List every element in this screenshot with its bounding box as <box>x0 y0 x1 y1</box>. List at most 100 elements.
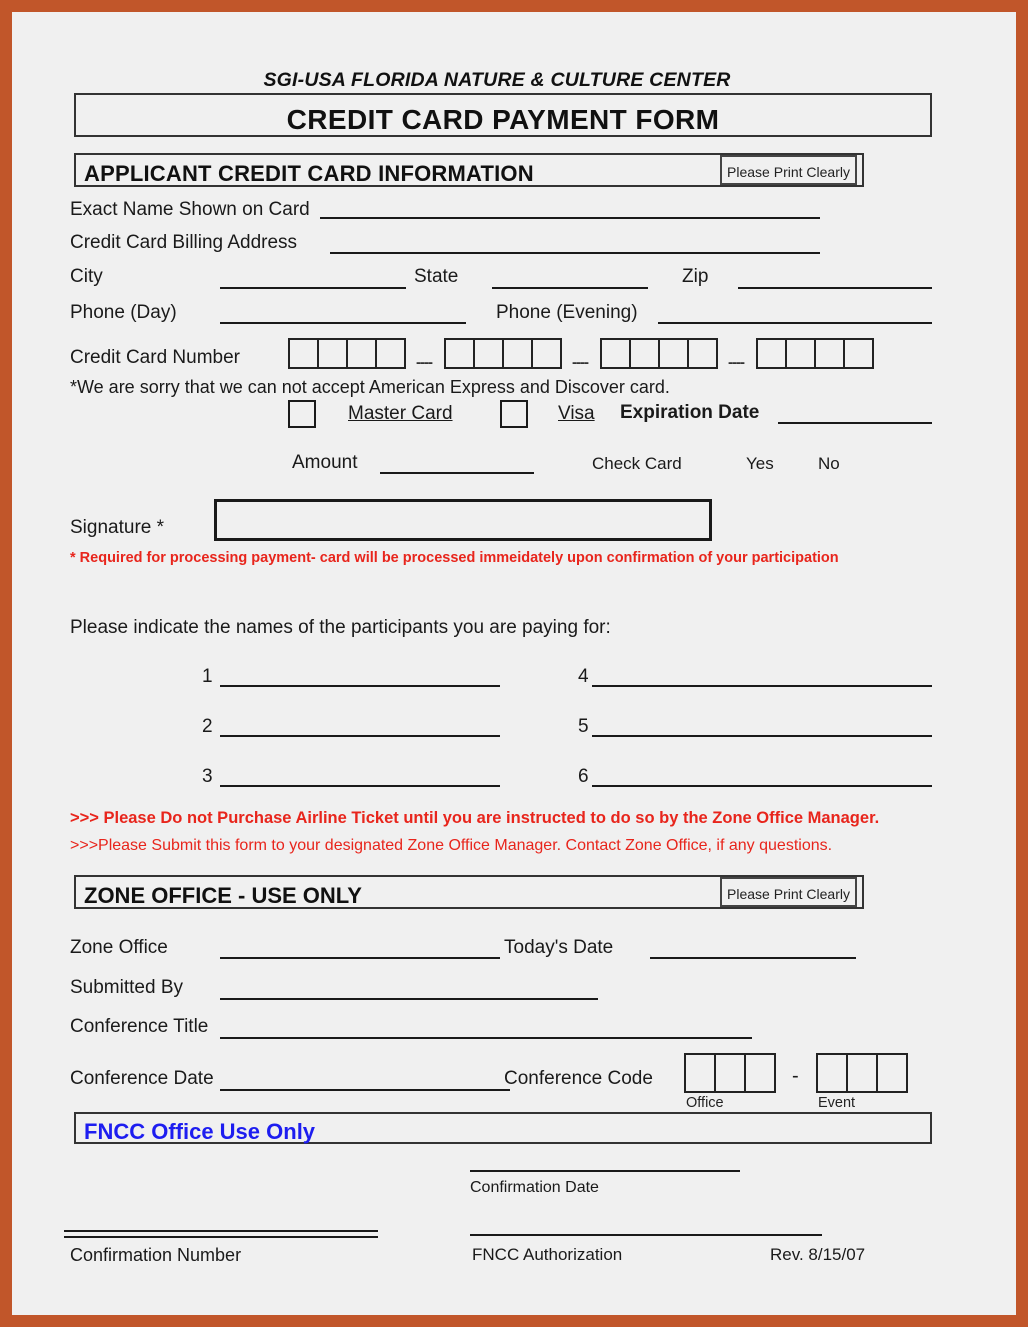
participants-prompt: Please indicate the names of the partici… <box>70 617 611 638</box>
conference-code-separator: - <box>792 1065 799 1087</box>
conference-code-office-box[interactable] <box>684 1053 716 1093</box>
confirmation-date-label: Confirmation Date <box>470 1179 599 1196</box>
confirmation-number-label: Confirmation Number <box>70 1245 242 1265</box>
participant-number-1: 1 <box>202 666 213 687</box>
conference-code-event-group[interactable] <box>816 1053 908 1093</box>
submitted-by-input[interactable] <box>220 998 598 1000</box>
participant-number-6: 6 <box>578 766 589 787</box>
applicant-section-heading: APPLICANT CREDIT CARD INFORMATION <box>84 161 534 186</box>
card-digit-box[interactable] <box>473 338 504 369</box>
conference-code-event-box[interactable] <box>816 1053 848 1093</box>
conference-code-office-caption: Office <box>686 1095 724 1111</box>
check-card-no-option[interactable]: No <box>818 455 840 472</box>
conference-code-office-group[interactable] <box>684 1053 776 1093</box>
card-digit-box[interactable] <box>502 338 533 369</box>
participant-number-5: 5 <box>578 716 589 737</box>
check-card-label: Check Card <box>592 454 682 473</box>
card-digit-box[interactable] <box>375 338 406 369</box>
expiration-date-label: Expiration Date <box>620 402 760 423</box>
exact-name-input[interactable] <box>320 217 820 219</box>
zone-office-section-heading: ZONE OFFICE - USE ONLY <box>84 883 362 908</box>
card-digit-box[interactable] <box>756 338 787 369</box>
signature-input[interactable] <box>214 499 712 541</box>
todays-date-label: Today's Date <box>504 937 614 958</box>
conference-code-office-box[interactable] <box>744 1053 776 1093</box>
form-page: SGI-USA FLORIDA NATURE & CULTURE CENTER … <box>12 12 1016 1315</box>
participant-input-2[interactable] <box>220 735 500 737</box>
fncc-authorization-label: FNCC Authorization <box>472 1245 623 1264</box>
city-label: City <box>70 266 103 287</box>
conference-code-event-box[interactable] <box>876 1053 908 1093</box>
visa-checkbox[interactable] <box>500 400 528 428</box>
conference-code-event-box[interactable] <box>846 1053 878 1093</box>
card-digit-box[interactable] <box>346 338 377 369</box>
participant-number-3: 3 <box>202 766 213 787</box>
fncc-section-header-box: FNCC Office Use Only <box>74 1112 932 1144</box>
participant-input-5[interactable] <box>592 735 932 737</box>
zip-label: Zip <box>682 266 709 287</box>
fncc-authorization-input[interactable] <box>470 1234 822 1236</box>
card-number-separator: ---- <box>728 354 745 371</box>
cards-not-accepted-note: *We are sorry that we can not accept Ame… <box>70 377 670 397</box>
conference-date-label: Conference Date <box>70 1068 214 1089</box>
card-digit-box[interactable] <box>814 338 845 369</box>
card-digit-box[interactable] <box>444 338 475 369</box>
card-number-label: Credit Card Number <box>70 347 240 368</box>
zone-print-clearly-label: Please Print Clearly <box>727 886 850 902</box>
signature-required-note: * Required for processing payment- card … <box>70 550 839 566</box>
participant-input-4[interactable] <box>592 685 932 687</box>
card-digit-box[interactable] <box>317 338 348 369</box>
card-number-group-2[interactable] <box>444 338 562 369</box>
city-input[interactable] <box>220 287 406 289</box>
fncc-section-heading: FNCC Office Use Only <box>84 1119 316 1144</box>
organization-title: SGI-USA FLORIDA NATURE & CULTURE CENTER <box>263 69 731 91</box>
participant-number-4: 4 <box>578 666 589 687</box>
conference-code-office-box[interactable] <box>714 1053 746 1093</box>
card-number-separator: ---- <box>416 354 433 371</box>
card-number-group-3[interactable] <box>600 338 718 369</box>
submit-form-warning: >>>Please Submit this form to your desig… <box>70 837 833 854</box>
zip-input[interactable] <box>738 287 932 289</box>
conference-code-label: Conference Code <box>504 1068 653 1089</box>
conference-date-input[interactable] <box>220 1089 510 1091</box>
state-input[interactable] <box>492 287 648 289</box>
conference-title-label: Conference Title <box>70 1016 209 1037</box>
form-sheet: SGI-USA FLORIDA NATURE & CULTURE CENTER … <box>62 12 978 1315</box>
billing-address-input[interactable] <box>330 252 820 254</box>
card-number-group-4[interactable] <box>756 338 874 369</box>
billing-address-label: Credit Card Billing Address <box>70 232 298 253</box>
todays-date-input[interactable] <box>650 957 856 959</box>
card-digit-box[interactable] <box>687 338 718 369</box>
exact-name-label: Exact Name Shown on Card <box>70 199 310 220</box>
card-digit-box[interactable] <box>658 338 689 369</box>
zone-print-clearly-box: Please Print Clearly <box>720 877 857 907</box>
amount-input[interactable] <box>380 472 534 474</box>
phone-day-input[interactable] <box>220 322 466 324</box>
zone-office-input[interactable] <box>220 957 500 959</box>
airline-ticket-warning: >>> Please Do not Purchase Airline Ticke… <box>70 809 880 827</box>
mastercard-checkbox[interactable] <box>288 400 316 428</box>
participant-input-1[interactable] <box>220 685 500 687</box>
applicant-print-clearly-label: Please Print Clearly <box>727 164 850 180</box>
applicant-print-clearly-box: Please Print Clearly <box>720 155 857 185</box>
form-title-box: CREDIT CARD PAYMENT FORM <box>74 93 932 137</box>
zone-office-label: Zone Office <box>70 937 168 958</box>
confirmation-date-input[interactable] <box>470 1170 740 1172</box>
expiration-date-input[interactable] <box>778 422 932 424</box>
confirmation-number-input[interactable] <box>64 1230 378 1238</box>
card-digit-box[interactable] <box>531 338 562 369</box>
participant-input-3[interactable] <box>220 785 500 787</box>
card-number-group-1[interactable] <box>288 338 406 369</box>
card-digit-box[interactable] <box>843 338 874 369</box>
check-card-yes-option[interactable]: Yes <box>746 455 774 472</box>
card-digit-box[interactable] <box>629 338 660 369</box>
mastercard-label: Master Card <box>348 403 453 424</box>
signature-label: Signature * <box>70 517 165 538</box>
conference-title-input[interactable] <box>220 1037 752 1039</box>
form-title: CREDIT CARD PAYMENT FORM <box>286 104 720 135</box>
card-digit-box[interactable] <box>600 338 631 369</box>
card-digit-box[interactable] <box>785 338 816 369</box>
card-digit-box[interactable] <box>288 338 319 369</box>
phone-evening-input[interactable] <box>658 322 932 324</box>
participant-input-6[interactable] <box>592 785 932 787</box>
